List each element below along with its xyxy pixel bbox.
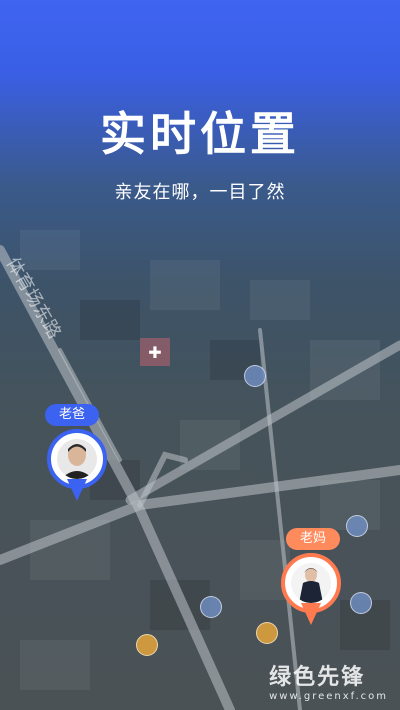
building-icon	[200, 596, 222, 618]
pin-label-dad: 老爸	[45, 404, 100, 426]
building-icon	[244, 365, 266, 387]
building-icon	[346, 515, 368, 537]
watermark-url: www.greenxf.com	[269, 691, 388, 702]
hero-title: 实时位置	[100, 107, 300, 161]
home-icon	[350, 592, 372, 614]
dad-avatar	[57, 439, 97, 479]
app-screen: ✚ 体育场东路 实时位置 亲友在哪，一目了然 老爸 老妈 绿色先锋 www.gr…	[0, 0, 400, 710]
shop-icon	[136, 634, 158, 656]
hero-subtitle: 亲友在哪，一目了然	[114, 182, 286, 203]
mom-avatar	[291, 563, 331, 603]
watermark-name: 绿色先锋	[269, 665, 366, 690]
shop-icon	[256, 622, 278, 644]
watermark-logo: 绿色先锋 www.greenxf.com	[269, 659, 388, 702]
pin-label-mom: 老妈	[286, 528, 341, 550]
location-pin-dad[interactable]	[47, 429, 107, 509]
location-pin-mom[interactable]	[281, 553, 341, 633]
hospital-icon: ✚	[148, 343, 161, 362]
